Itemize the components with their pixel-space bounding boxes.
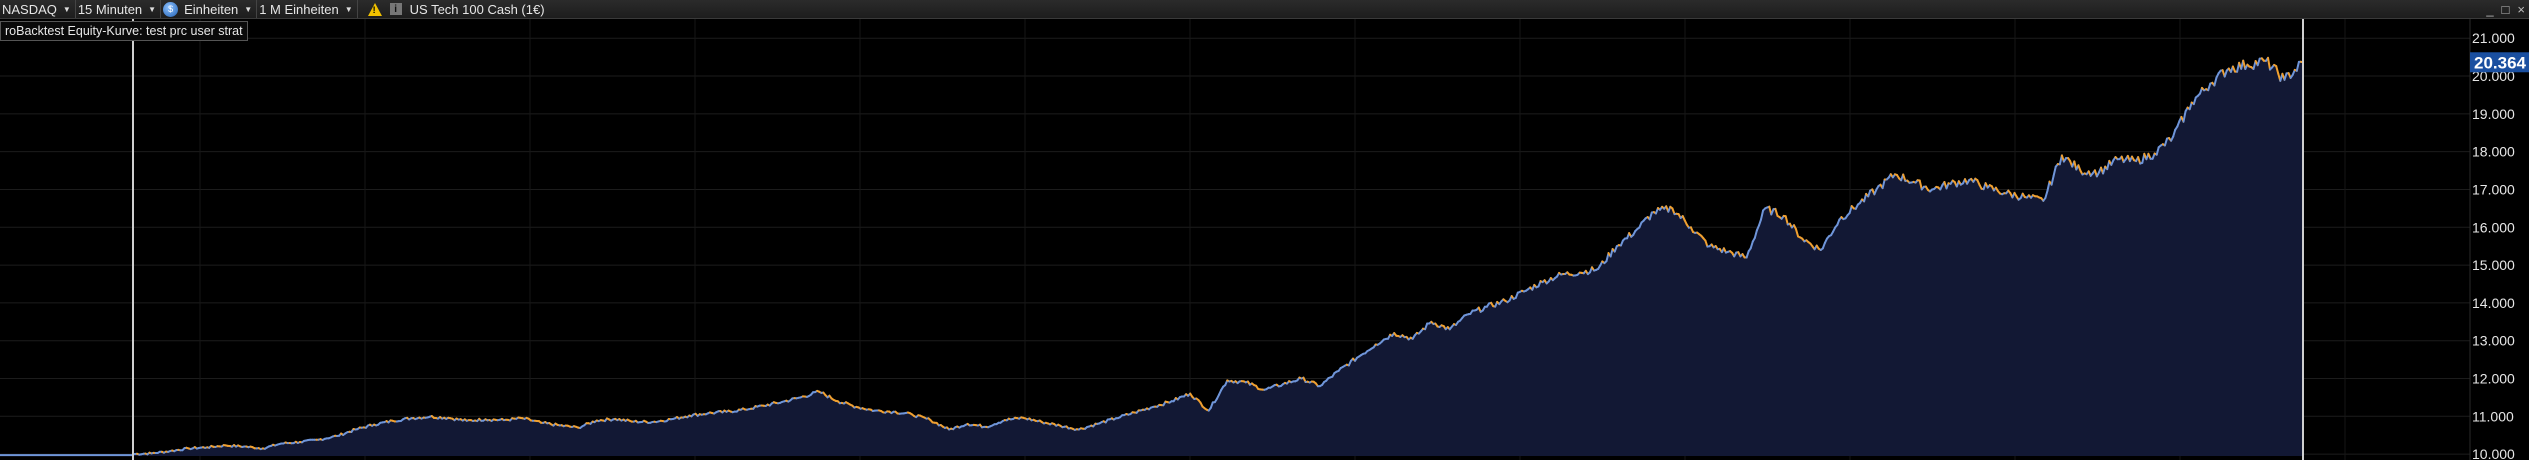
y-tick-label: 11.000	[2472, 408, 2514, 424]
info-icon[interactable]: i	[389, 3, 402, 15]
units-selector[interactable]: $ Einheiten ▼	[161, 0, 258, 18]
maximize-icon[interactable]: □	[2502, 2, 2510, 17]
units-label: Einheiten	[184, 1, 239, 17]
y-tick-label: 12.000	[2472, 370, 2515, 386]
close-icon[interactable]: ×	[2517, 2, 2525, 17]
warning-icon[interactable]: !	[367, 2, 382, 16]
window-controls: _ □ ×	[2486, 0, 2525, 18]
y-tick-label: 15.000	[2472, 257, 2515, 273]
chevron-down-icon: ▼	[62, 4, 71, 14]
y-tick-label: 19.000	[2472, 106, 2515, 122]
market-label: NASDAQ	[2, 1, 57, 17]
y-tick-label: 13.000	[2472, 333, 2515, 349]
chart-toolbar: NASDAQ ▼ 15 Minuten ▼ $ Einheiten ▼ 1 M …	[0, 0, 2529, 19]
y-tick-label: 16.000	[2472, 219, 2515, 235]
y-tick-label: 21.000	[2472, 30, 2515, 46]
chevron-down-icon: ▼	[344, 4, 353, 14]
globe-icon: $	[163, 1, 179, 17]
chevron-down-icon: ▼	[244, 4, 253, 14]
instrument-label: US Tech 100 Cash (1€)	[409, 1, 545, 17]
y-tick-label: 18.000	[2472, 144, 2515, 160]
y-tick-label: 14.000	[2472, 295, 2515, 311]
interval-label: 15 Minuten	[77, 1, 143, 17]
instrument-selector[interactable]: ! i US Tech 100 Cash (1€)	[358, 0, 549, 18]
interval-selector[interactable]: 15 Minuten ▼	[76, 0, 162, 18]
y-tick-label: 10.000	[2472, 446, 2515, 460]
equity-curve-chart[interactable]: 10.000 11.000 12.000 13.000 14.000 15.000 16.0…	[0, 19, 2529, 460]
position-size-selector[interactable]: 1 M Einheiten ▼	[257, 0, 358, 18]
chevron-down-icon: ▼	[148, 4, 157, 14]
y-tick-label: 17.000	[2472, 181, 2515, 197]
market-selector[interactable]: NASDAQ ▼	[0, 0, 76, 18]
price-axis: 10.000 11.000 12.000 13.000 14.000 15.000 16.0…	[2469, 19, 2515, 460]
indicator-legend[interactable]: roBacktest Equity-Kurve: test prc user s…	[0, 21, 248, 41]
current-price-label: 20.364	[2474, 53, 2527, 72]
position-size-label: 1 M Einheiten	[259, 1, 339, 17]
minimize-icon[interactable]: _	[2486, 2, 2493, 17]
current-price-tag: 20.364	[2470, 52, 2529, 73]
